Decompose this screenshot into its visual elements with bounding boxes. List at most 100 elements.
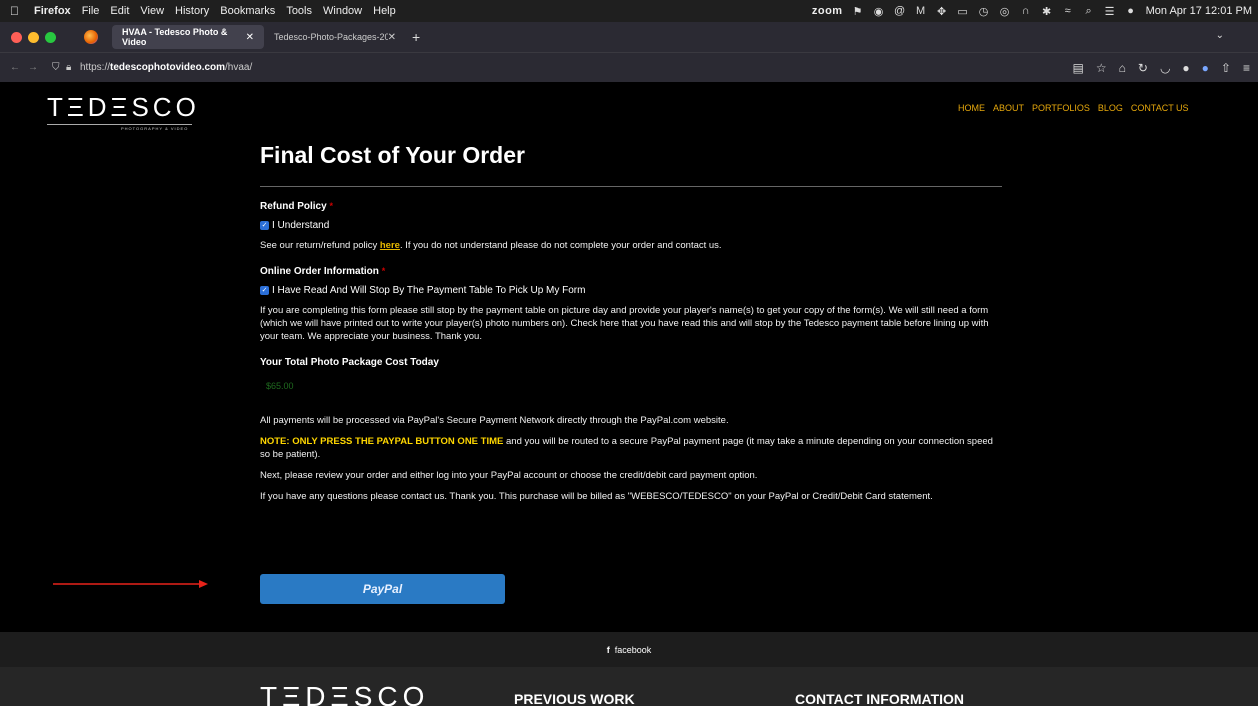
logo-divider: [47, 124, 192, 125]
read-and-stop-checkbox-row[interactable]: ✓ I Have Read And Will Stop By The Payme…: [260, 285, 1002, 296]
menubar-status-area: zoom ⚑ ◉ @ M ✥ ▭ ◷ ◎ ∩ ✱ ≈ ⌕ ☰ ● Mon Apr…: [812, 0, 1252, 22]
close-icon[interactable]: ✕: [246, 32, 254, 43]
nav-about[interactable]: ABOUT: [993, 103, 1024, 113]
refund-text-part: . If you do not understand please do not…: [399, 240, 722, 251]
bookmark-star-icon[interactable]: ☆: [1096, 61, 1107, 75]
paypal-note-bold: NOTE: ONLY PRESS THE PAYPAL BUTTON ONE T…: [260, 436, 504, 447]
red-arrow-annotation: [53, 580, 208, 588]
menubar-datetime[interactable]: Mon Apr 17 12:01 PM: [1146, 5, 1252, 17]
menu-firefox[interactable]: Firefox: [34, 5, 71, 17]
paypal-processing-text: All payments will be processed via PayPa…: [260, 415, 729, 426]
refund-policy-text: See our return/refund policy here. If yo…: [260, 239, 1002, 252]
menu-help[interactable]: Help: [373, 5, 396, 17]
gmail-icon[interactable]: M: [915, 5, 927, 17]
refund-policy-link[interactable]: here: [380, 240, 400, 251]
online-order-heading: Online Order Information *: [260, 266, 1002, 277]
checkbox-checked-icon[interactable]: ✓: [260, 221, 269, 230]
menu-history[interactable]: History: [175, 5, 209, 17]
footer-logo[interactable]: TΞDΞSCO: [260, 681, 429, 706]
read-and-stop-label: I Have Read And Will Stop By The Payment…: [272, 285, 586, 296]
browser-tab-strip: HVAA - Tedesco Photo & Video ✕ Tedesco-P…: [0, 22, 1258, 52]
at-icon[interactable]: @: [894, 5, 906, 17]
close-window-icon[interactable]: [11, 31, 22, 43]
apple-icon[interactable]: : [10, 4, 24, 18]
extension-icon[interactable]: ●: [1182, 61, 1189, 75]
dropbox-icon[interactable]: ✥: [936, 5, 948, 18]
forward-button[interactable]: →: [28, 62, 44, 73]
app-menu-icon[interactable]: ≡: [1243, 61, 1250, 75]
total-cost-heading: Your Total Photo Package Cost Today: [260, 357, 439, 368]
nav-portfolios[interactable]: PORTFOLIOS: [1032, 103, 1090, 113]
back-button[interactable]: ←: [10, 62, 26, 73]
online-order-text: If you are completing this form please s…: [260, 305, 989, 342]
paypal-note: NOTE: ONLY PRESS THE PAYPAL BUTTON ONE T…: [260, 435, 1002, 461]
social-bar: f facebook: [0, 632, 1258, 667]
share-icon[interactable]: ⇧: [1221, 61, 1231, 75]
close-icon[interactable]: ✕: [388, 32, 396, 43]
menu-file[interactable]: File: [82, 5, 100, 17]
site-logo[interactable]: TΞDΞSCO PHOTOGRAPHY & VIDEO: [47, 92, 197, 131]
zoom-window-icon[interactable]: [45, 31, 56, 43]
refund-text-part: See our return/refund policy: [260, 240, 380, 251]
siri-icon[interactable]: ●: [1125, 5, 1137, 17]
url-bar[interactable]: https://tedescophotovideo.com/hvaa/: [80, 62, 252, 73]
url-scheme: https://: [80, 62, 111, 73]
title-divider: [260, 186, 1002, 187]
nav-home[interactable]: HOME: [958, 103, 985, 113]
previous-work-heading: PREVIOUS WORK: [514, 691, 635, 706]
tab-title: Tedesco-Photo-Packages-2023-HV: [274, 32, 388, 42]
logo-tagline: PHOTOGRAPHY & VIDEO: [121, 126, 189, 131]
menu-edit[interactable]: Edit: [110, 5, 129, 17]
teams-icon[interactable]: ◉: [873, 5, 885, 18]
list-tabs-button[interactable]: ⌄: [1216, 30, 1224, 41]
tab-packages[interactable]: Tedesco-Photo-Packages-2023-HV ✕: [264, 25, 406, 49]
tab-hvaa[interactable]: HVAA - Tedesco Photo & Video ✕: [112, 25, 264, 49]
headphones-icon[interactable]: ∩: [1020, 5, 1032, 17]
web-page: TΞDΞSCO PHOTOGRAPHY & VIDEO HOME ABOUT P…: [0, 82, 1258, 706]
nav-blog[interactable]: BLOG: [1098, 103, 1123, 113]
menu-tools[interactable]: Tools: [286, 5, 312, 17]
next-steps-text: Next, please review your order and eithe…: [260, 470, 758, 481]
password-manager-icon[interactable]: ●: [1202, 61, 1209, 75]
browser-nav-bar: ← → ⛉ 🔒︎ https://tedescophotovideo.com/h…: [0, 52, 1258, 82]
facebook-link[interactable]: facebook: [615, 645, 652, 655]
tracking-shield-icon[interactable]: ⛉: [52, 62, 66, 73]
understand-label: I Understand: [272, 220, 330, 231]
order-content: Final Cost of Your Order Refund Policy *…: [260, 142, 1002, 604]
facebook-icon[interactable]: f: [607, 645, 610, 655]
new-tab-button[interactable]: +: [412, 29, 420, 45]
understand-checkbox-row[interactable]: ✓ I Understand: [260, 220, 1002, 231]
macos-menubar:  Firefox File Edit View History Bookmar…: [0, 0, 1258, 22]
reload-icon[interactable]: ↻: [1138, 61, 1148, 75]
url-path: /hvaa/: [225, 62, 253, 73]
wifi-icon[interactable]: ≈: [1062, 5, 1074, 17]
firefox-icon: [84, 30, 98, 44]
paypal-button[interactable]: PayPal: [260, 574, 505, 604]
required-mark: *: [381, 266, 386, 276]
lock-icon[interactable]: 🔒︎: [66, 62, 80, 73]
minimize-window-icon[interactable]: [28, 31, 39, 43]
refund-policy-heading: Refund Policy *: [260, 201, 1002, 212]
display-icon[interactable]: ▭: [957, 5, 969, 18]
home-icon[interactable]: ⌂: [1119, 61, 1126, 75]
clock-icon[interactable]: ◷: [978, 5, 990, 18]
zoom-status[interactable]: zoom: [812, 5, 843, 17]
required-mark: *: [329, 201, 333, 211]
bluetooth-icon[interactable]: ✱: [1041, 5, 1053, 18]
tab-title: HVAA - Tedesco Photo & Video: [122, 27, 228, 47]
control-center-icon[interactable]: ☰: [1104, 5, 1116, 18]
nav-contact-us[interactable]: CONTACT US: [1131, 103, 1189, 113]
site-footer: TΞDΞSCO PREVIOUS WORK CONTACT INFORMATIO…: [0, 667, 1258, 706]
window-controls: [11, 31, 56, 43]
checkbox-checked-icon[interactable]: ✓: [260, 286, 269, 295]
pocket-icon[interactable]: ◡: [1160, 61, 1170, 75]
toolbar-icons: ▤ ☆ ⌂ ↻ ◡ ● ● ⇧ ≡: [1073, 53, 1250, 83]
menu-bookmarks[interactable]: Bookmarks: [220, 5, 275, 17]
reader-view-icon[interactable]: ▤: [1073, 61, 1084, 75]
record-icon[interactable]: ◎: [999, 5, 1011, 18]
search-icon[interactable]: ⌕: [1083, 5, 1095, 18]
share-icon[interactable]: ⚑: [852, 5, 864, 18]
logo-wordmark: TΞDΞSCO: [47, 92, 200, 122]
menu-window[interactable]: Window: [323, 5, 362, 17]
menu-view[interactable]: View: [140, 5, 164, 17]
